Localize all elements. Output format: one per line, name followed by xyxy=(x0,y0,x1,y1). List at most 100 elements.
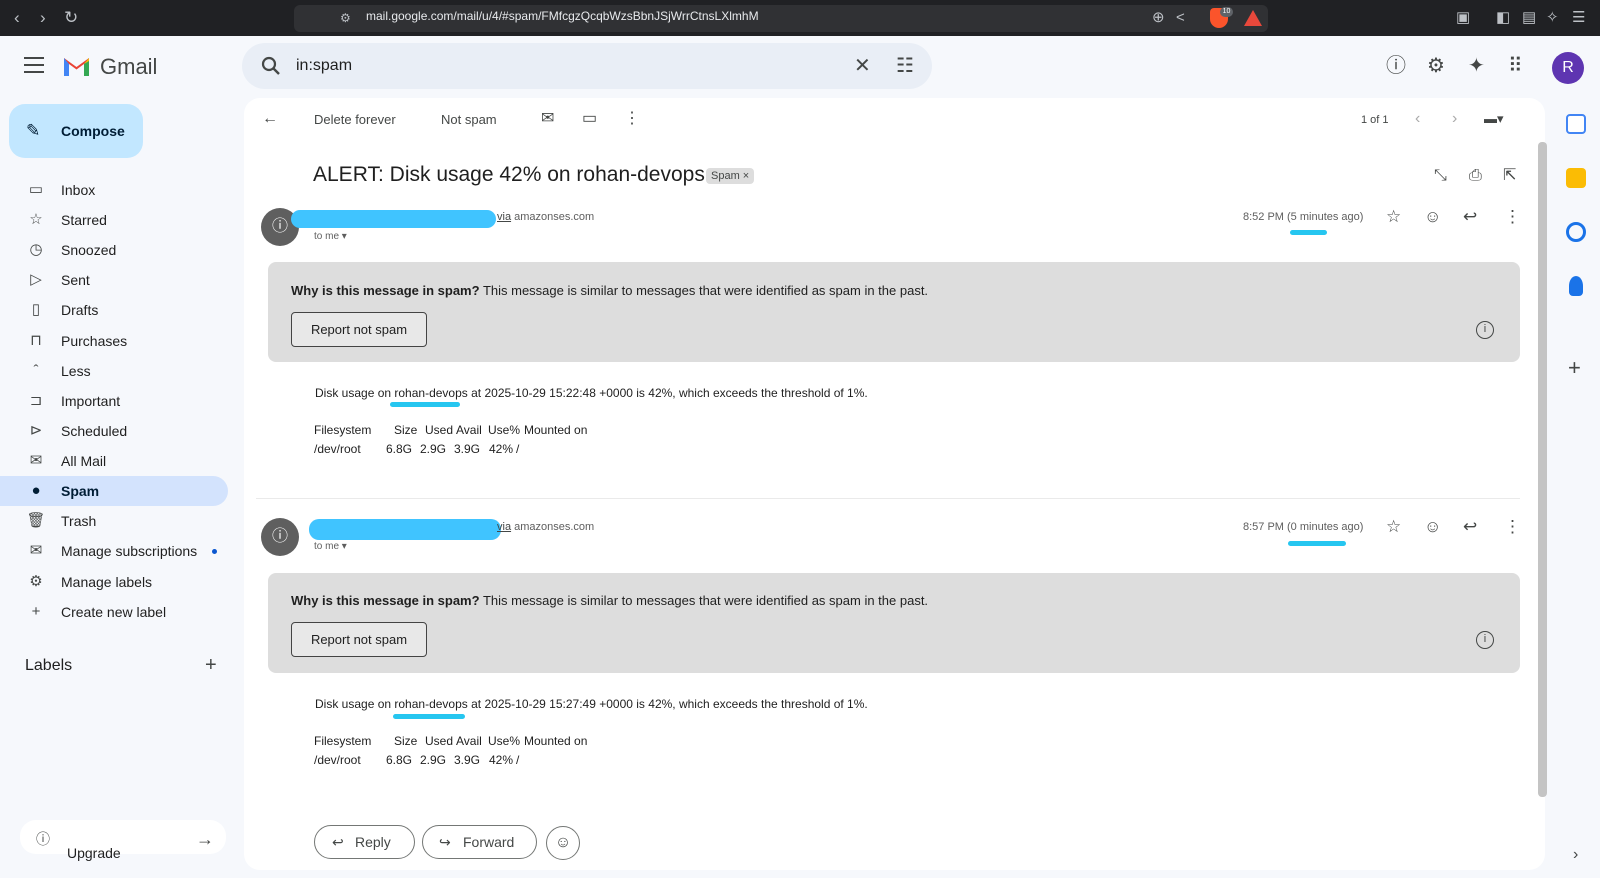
back-icon[interactable]: ‹ xyxy=(14,8,20,28)
forward-icon[interactable]: › xyxy=(40,8,46,28)
mark-unread-icon[interactable]: ✉ xyxy=(541,109,554,129)
forward-button[interactable]: ↪ Forward xyxy=(422,825,537,859)
url-text[interactable]: mail.google.com/mail/u/4/#spam/FMfcgzQcq… xyxy=(366,9,759,23)
leo-icon[interactable]: ✧ xyxy=(1546,8,1559,28)
subscriptions-icon: ✉ xyxy=(29,542,43,559)
not-spam-button[interactable]: Not spam xyxy=(441,112,497,127)
account-avatar[interactable]: R xyxy=(1552,52,1584,84)
redacted-sender xyxy=(309,519,501,540)
sidebar-item-scheduled[interactable]: ⊳ Scheduled xyxy=(0,416,228,446)
sidebar-item-important[interactable]: ⊐ Important xyxy=(0,386,228,416)
reply-icon[interactable]: ↩ xyxy=(1463,207,1477,227)
sidebar-item-manage-subscriptions[interactable]: ✉ Manage subscriptions xyxy=(0,536,228,566)
sidebar-item-drafts[interactable]: ▯ Drafts xyxy=(0,295,228,325)
main-menu-icon[interactable] xyxy=(24,57,44,73)
gmail-wordmark[interactable]: Gmail xyxy=(100,54,157,80)
browser-menu-icon[interactable]: ☰ xyxy=(1572,8,1585,28)
sidebar-item-starred[interactable]: ☆ Starred xyxy=(0,205,228,235)
prev-page-icon[interactable]: ‹ xyxy=(1415,109,1420,129)
spam-label-chip[interactable]: Spam × xyxy=(706,168,755,184)
df-header-used: Used xyxy=(425,734,454,748)
back-to-list-icon[interactable]: ← xyxy=(262,109,278,129)
sidebar-item-manage-labels[interactable]: ⚙ Manage labels xyxy=(0,567,228,597)
sidebar-toggle-icon[interactable]: ◧ xyxy=(1496,8,1510,28)
via-domain: via amazonses.com xyxy=(497,521,595,533)
calendar-icon[interactable] xyxy=(1566,114,1586,134)
star-icon[interactable]: ☆ xyxy=(1386,207,1401,227)
brave-rewards-icon[interactable] xyxy=(1244,10,1262,26)
sender-avatar[interactable]: ⓘ xyxy=(261,518,299,556)
more-vert-icon[interactable]: ⋮ xyxy=(1504,207,1521,227)
df-cell-filesystem: /dev/root xyxy=(314,753,361,767)
recipient-dropdown[interactable]: to me ▾ xyxy=(314,541,347,552)
print-icon[interactable]: ⎙ xyxy=(1469,166,1482,186)
df-header-size: Size xyxy=(394,734,418,748)
sidebar-item-create-new-label[interactable]: + Create new label xyxy=(0,597,228,627)
wallet-icon[interactable]: ▤ xyxy=(1522,8,1536,28)
search-icon[interactable] xyxy=(260,55,282,77)
tasks-icon[interactable] xyxy=(1566,222,1586,242)
more-vert-icon[interactable]: ⋮ xyxy=(1504,517,1521,537)
sidebar-item-less[interactable]: ˆ Less xyxy=(0,356,228,386)
share-icon[interactable]: < xyxy=(1176,8,1185,28)
sidebar-item-purchases[interactable]: ⊓ Purchases xyxy=(0,326,228,356)
reload-icon[interactable]: ↻ xyxy=(64,8,78,28)
search-input[interactable]: in:spam xyxy=(296,57,352,75)
search-options-icon[interactable]: ☷ xyxy=(896,54,914,78)
info-icon[interactable]: i xyxy=(1476,631,1494,649)
gmail-logo-icon[interactable] xyxy=(62,54,91,77)
gemini-sparkle-icon[interactable]: ✦ xyxy=(1468,54,1485,78)
df-cell-size: 6.8G xyxy=(386,753,413,767)
recipient-dropdown[interactable]: to me ▾ xyxy=(314,231,347,242)
df-header-filesystem: Filesystem xyxy=(314,734,372,748)
spam-icon: ● xyxy=(31,482,41,499)
contacts-icon[interactable] xyxy=(1569,276,1583,296)
next-page-icon[interactable]: › xyxy=(1452,109,1457,129)
more-vert-icon[interactable]: ⋮ xyxy=(624,109,640,129)
sidebar-item-inbox[interactable]: ▭ Inbox xyxy=(0,175,228,205)
sidebar-item-spam[interactable]: ● Spam xyxy=(0,476,228,506)
labels-heading: Labels xyxy=(25,657,73,674)
pencil-icon: ✎ xyxy=(26,121,41,140)
brave-badge: 10 xyxy=(1220,7,1233,17)
help-icon[interactable]: ⓘ xyxy=(1386,54,1406,78)
plus-icon: + xyxy=(31,603,41,620)
redacted-sender xyxy=(291,210,496,228)
emoji-react-button[interactable]: ☺ xyxy=(546,826,580,860)
df-header-mounted: Mounted on xyxy=(524,734,588,748)
sidebar-item-all-mail[interactable]: ✉ All Mail xyxy=(0,446,228,476)
sidebar-item-trash[interactable]: 🗑 Trash xyxy=(0,506,228,536)
scrollbar[interactable] xyxy=(1538,142,1547,797)
zoom-icon[interactable]: ⊕ xyxy=(1152,8,1165,28)
move-to-icon[interactable]: ▭ xyxy=(582,109,597,129)
settings-gear-icon[interactable]: ⚙ xyxy=(1427,54,1445,78)
all-mail-icon: ✉ xyxy=(29,452,43,469)
add-addon-icon[interactable]: + xyxy=(1568,356,1581,380)
emoji-reaction-icon[interactable]: ☺ xyxy=(1424,207,1441,227)
sidebar-item-snoozed[interactable]: ◷ Snoozed xyxy=(0,235,228,265)
reply-icon[interactable]: ↩ xyxy=(1463,517,1477,537)
report-not-spam-button[interactable]: Report not spam xyxy=(291,312,427,347)
keep-icon[interactable] xyxy=(1566,168,1586,188)
clear-search-icon[interactable]: ✕ xyxy=(854,54,871,78)
df-cell-used: 2.9G xyxy=(420,442,447,456)
report-not-spam-button[interactable]: Report not spam xyxy=(291,622,427,657)
add-label-icon[interactable]: + xyxy=(205,654,217,677)
df-header-use: Use% xyxy=(488,423,521,437)
info-icon[interactable]: i xyxy=(1476,321,1494,339)
sidebar-item-sent[interactable]: ▷ Sent xyxy=(0,265,228,295)
collapse-all-icon[interactable]: ⤡ xyxy=(1434,166,1447,186)
site-settings-icon[interactable]: ⚙ xyxy=(340,8,351,28)
open-new-window-icon[interactable]: ⇱ xyxy=(1503,166,1516,186)
star-icon[interactable]: ☆ xyxy=(1386,517,1401,537)
input-tools-icon[interactable]: ▬▾ xyxy=(1484,109,1504,129)
sidebar-item-label: Manage labels xyxy=(61,574,153,590)
sidebar-item-label: Manage subscriptions xyxy=(61,543,198,559)
reply-button[interactable]: ↩ Reply xyxy=(314,825,415,859)
emoji-reaction-icon[interactable]: ☺ xyxy=(1424,517,1441,537)
expand-panel-icon[interactable]: › xyxy=(1573,845,1578,865)
screenshot-icon[interactable]: ▣ xyxy=(1456,8,1470,28)
delete-forever-button[interactable]: Delete forever xyxy=(314,112,396,127)
df-cell-avail: 3.9G xyxy=(454,442,481,456)
apps-grid-icon[interactable]: ⠿ xyxy=(1508,54,1523,78)
